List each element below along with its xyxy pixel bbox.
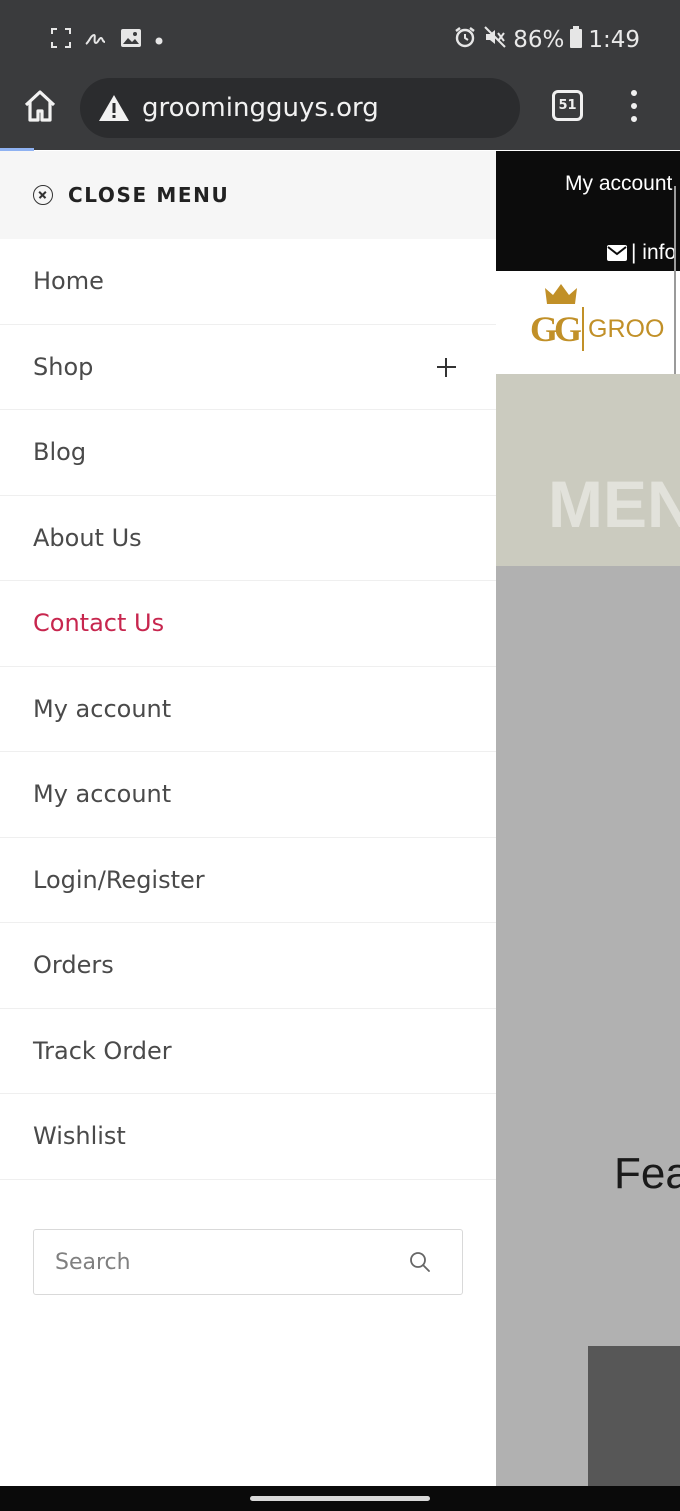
featured-heading: Fea (614, 1149, 680, 1198)
screenshot-icon (50, 27, 72, 53)
system-nav-bar (0, 1486, 680, 1511)
close-menu-button[interactable]: CLOSE MENU (0, 151, 496, 239)
envelope-icon (607, 245, 627, 261)
logo-text: GROO (588, 314, 665, 343)
mute-icon (483, 25, 507, 55)
menu-item-label: About Us (33, 523, 142, 552)
menu-item-label: Orders (33, 951, 114, 980)
menu-item-my-account[interactable]: My account (0, 667, 496, 752)
expand-plus-icon[interactable] (437, 357, 456, 377)
menu-item-orders[interactable]: Orders (0, 923, 496, 1009)
menu-item-track-order[interactable]: Track Order (0, 1009, 496, 1094)
menu-item-label: Contact Us (33, 609, 165, 638)
menu-item-label: Blog (33, 438, 87, 467)
tabs-button[interactable]: 51 (552, 90, 583, 121)
menu-item-label: My account (33, 780, 172, 809)
battery-percent: 86% (513, 27, 565, 53)
logo-mark: GG (530, 309, 582, 349)
drawer-search-box (33, 1229, 463, 1295)
menu-item-login-register[interactable]: Login/Register (0, 838, 496, 923)
status-right-icons: 86% 1:49 (453, 24, 640, 56)
kebab-dot (631, 103, 637, 109)
menu-item-shop[interactable]: Shop (0, 325, 496, 410)
hero-heading: MEN (548, 467, 680, 541)
menu-item-label: Track Order (33, 1036, 172, 1065)
drawer-menu-list: Home Shop Blog About Us Contact Us My ac… (0, 239, 496, 1180)
menu-item-wishlist[interactable]: Wishlist (0, 1094, 496, 1180)
menu-item-home[interactable]: Home (0, 239, 496, 325)
browser-toolbar: groomingguys.org 51 (0, 78, 680, 150)
image-icon (120, 28, 142, 52)
kebab-dot (631, 90, 637, 96)
site-info-text: | info (631, 241, 677, 264)
menu-item-blog[interactable]: Blog (0, 410, 496, 496)
site-my-account-link[interactable]: My account (565, 172, 672, 196)
menu-item-contact-us[interactable]: Contact Us (0, 581, 496, 667)
battery-icon (570, 26, 583, 54)
home-button[interactable] (22, 88, 58, 128)
background-page-overlay[interactable]: My account | info GG GROO MEN Fea (496, 151, 680, 1486)
warning-icon (99, 95, 129, 121)
status-left-icons (50, 27, 164, 53)
site-hero-banner: MEN (496, 374, 680, 566)
crown-icon (545, 284, 577, 304)
menu-item-label: Login/Register (33, 865, 205, 894)
site-topbar: My account | info (496, 151, 680, 271)
logo-divider (582, 307, 585, 351)
clock: 1:49 (588, 27, 640, 53)
menu-item-my-account-2[interactable]: My account (0, 752, 496, 838)
menu-item-label: My account (33, 694, 172, 723)
url-text: groomingguys.org (142, 93, 379, 123)
site-contact-info[interactable]: | info (607, 241, 676, 265)
kebab-dot (631, 116, 637, 122)
menu-item-about-us[interactable]: About Us (0, 496, 496, 581)
home-icon (24, 90, 56, 122)
product-image (588, 1346, 680, 1486)
more-vert-icon[interactable] (624, 86, 644, 126)
menu-item-label: Home (33, 267, 104, 296)
scroll-edge (674, 186, 680, 374)
close-menu-label: CLOSE MENU (68, 183, 230, 207)
site-logo[interactable]: GG GROO (530, 283, 664, 351)
dot-icon (154, 31, 164, 50)
menu-item-label: Shop (33, 352, 94, 381)
signature-icon (84, 29, 108, 51)
site-logo-band: GG GROO (496, 271, 680, 374)
tab-count: 51 (558, 98, 577, 113)
menu-item-label: Wishlist (33, 1122, 126, 1151)
address-bar[interactable]: groomingguys.org (80, 78, 520, 138)
status-bar: 86% 1:49 (0, 0, 680, 78)
gesture-handle[interactable] (250, 1496, 430, 1501)
side-drawer-menu: CLOSE MENU Home Shop Blog About Us Conta… (0, 151, 496, 1486)
search-input[interactable] (34, 1230, 404, 1294)
search-icon[interactable] (408, 1250, 432, 1274)
alarm-icon (453, 25, 477, 55)
close-circle-icon (33, 185, 53, 205)
